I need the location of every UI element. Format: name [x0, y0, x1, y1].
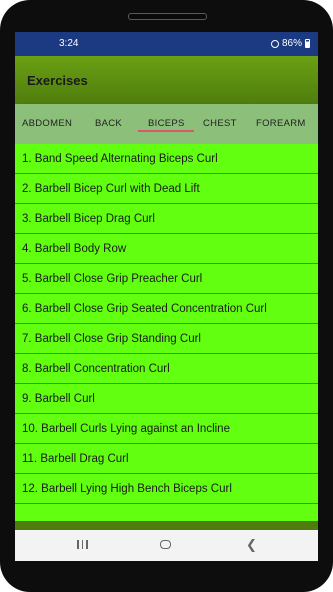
list-item[interactable]: 2. Barbell Bicep Curl with Dead Lift	[15, 174, 318, 204]
navigation-bar: ❮	[15, 530, 318, 561]
back-icon[interactable]: ❮	[246, 538, 257, 551]
list-item[interactable]: 6. Barbell Close Grip Seated Concentrati…	[15, 294, 318, 324]
bottom-strip	[15, 521, 318, 530]
tab-bar: ABDOMEN BACK BICEPS CHEST FOREARM	[15, 104, 318, 144]
list-item[interactable]: 12. Barbell Lying High Bench Biceps Curl	[15, 474, 318, 504]
page-title: Exercises	[27, 73, 88, 88]
home-icon[interactable]	[160, 540, 171, 549]
tab-biceps[interactable]: BICEPS	[148, 118, 185, 129]
status-icons: 86%	[270, 38, 310, 49]
battery-percent: 86%	[281, 38, 302, 49]
list-item[interactable]: 1. Band Speed Alternating Biceps Curl	[15, 144, 318, 174]
tab-forearm[interactable]: FOREARM	[256, 118, 306, 129]
list-item[interactable]: 5. Barbell Close Grip Preacher Curl	[15, 264, 318, 294]
list-item[interactable]: 4. Barbell Body Row	[15, 234, 318, 264]
screen: 3:24 86% Exercises ABDOMEN BACK BICEPS C…	[15, 32, 318, 561]
tab-back[interactable]: BACK	[95, 118, 122, 129]
list-item[interactable]: 10. Barbell Curls Lying against an Incli…	[15, 414, 318, 444]
alarm-icon	[270, 39, 279, 48]
tab-chest[interactable]: CHEST	[203, 118, 237, 129]
app-bar: Exercises	[15, 56, 318, 104]
list-item[interactable]: 11. Barbell Drag Curl	[15, 444, 318, 474]
phone-frame: 3:24 86% Exercises ABDOMEN BACK BICEPS C…	[0, 0, 333, 592]
list-item[interactable]: 7. Barbell Close Grip Standing Curl	[15, 324, 318, 354]
recents-icon[interactable]	[77, 540, 88, 549]
battery-icon	[305, 39, 310, 48]
list-item[interactable]: 9. Barbell Curl	[15, 384, 318, 414]
list-item[interactable]: 3. Barbell Bicep Drag Curl	[15, 204, 318, 234]
tab-indicator	[138, 130, 194, 132]
speaker-grille	[128, 13, 207, 20]
exercise-list[interactable]: 1. Band Speed Alternating Biceps Curl 2.…	[15, 144, 318, 529]
status-bar: 3:24 86%	[15, 32, 318, 56]
status-time: 3:24	[59, 38, 79, 49]
list-item[interactable]: 8. Barbell Concentration Curl	[15, 354, 318, 384]
tab-abdomen[interactable]: ABDOMEN	[22, 118, 72, 129]
